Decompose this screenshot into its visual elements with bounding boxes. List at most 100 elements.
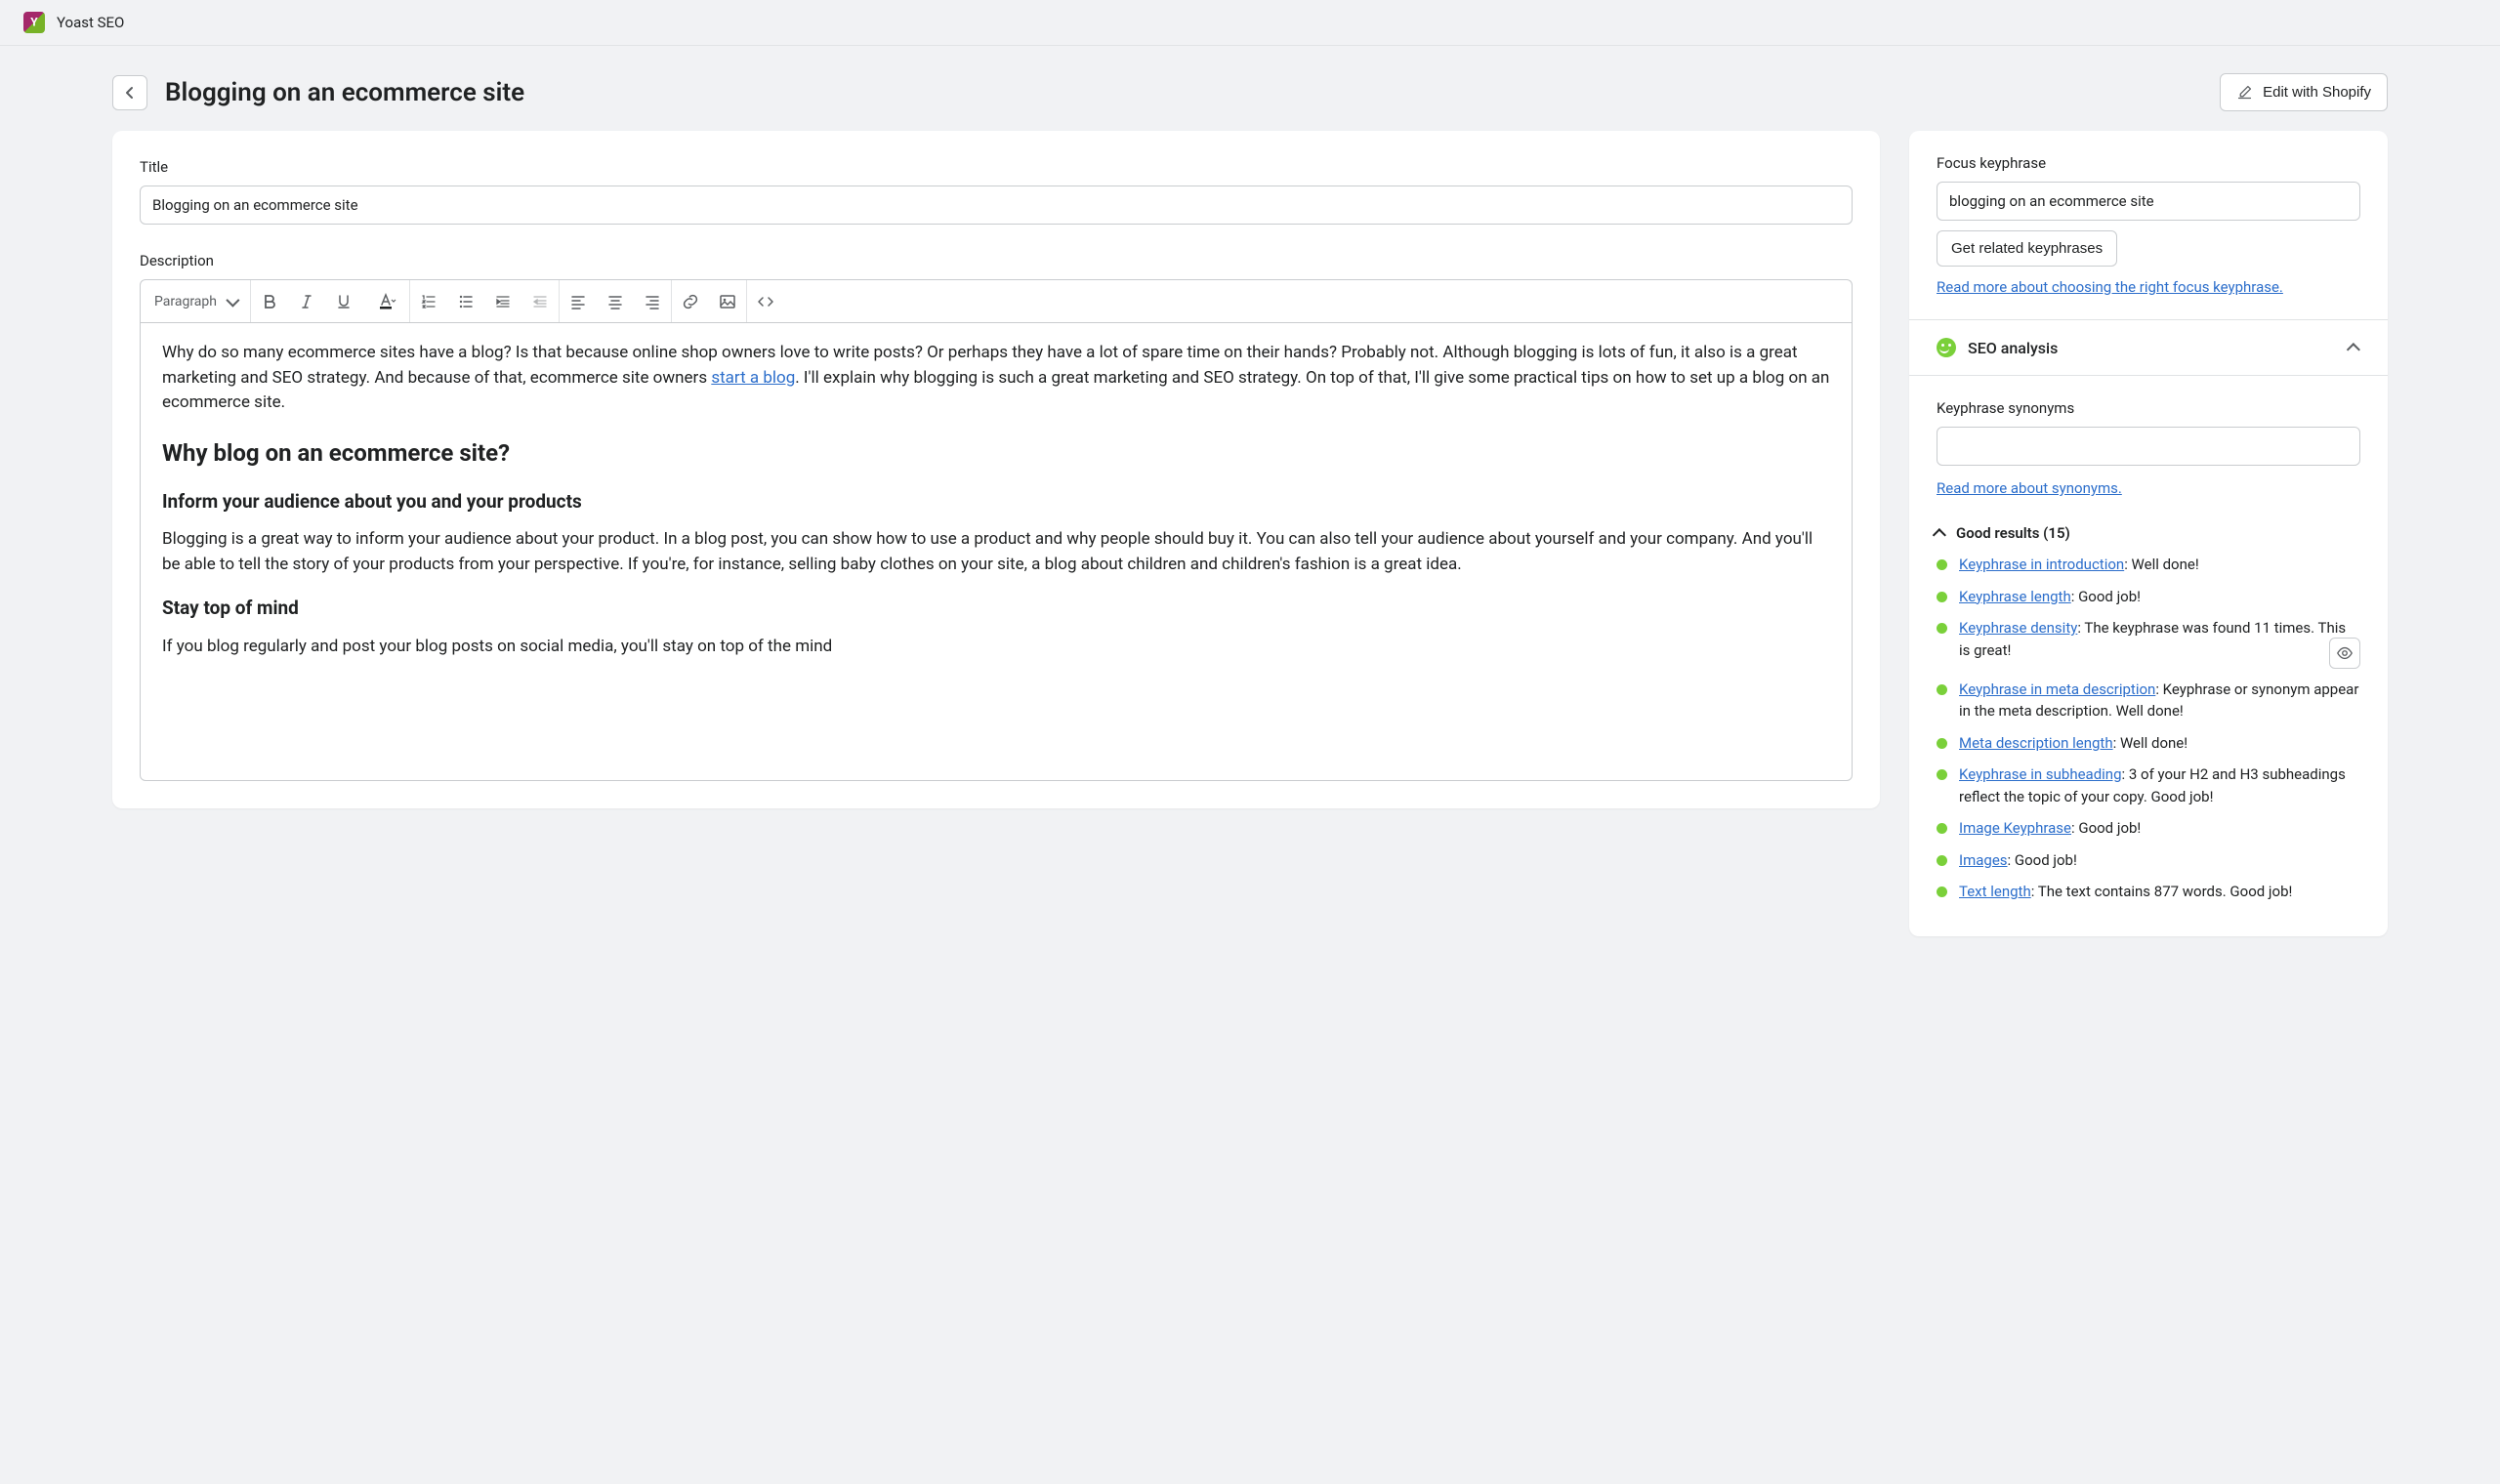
- format-select-label: Paragraph: [154, 294, 217, 309]
- editor-paragraph: Blogging is a great way to inform your a…: [162, 527, 1830, 577]
- link-button[interactable]: [672, 280, 709, 322]
- result-link[interactable]: Image Keyphrase: [1959, 819, 2071, 837]
- outdent-icon: [532, 294, 548, 309]
- content-area: Title Description Paragraph: [0, 131, 2500, 975]
- underline-button[interactable]: [325, 280, 362, 322]
- bold-button[interactable]: [251, 280, 288, 322]
- align-left-button[interactable]: [560, 280, 597, 322]
- align-center-button[interactable]: [597, 280, 634, 322]
- code-icon: [757, 293, 774, 310]
- result-text: Keyphrase in subheading: 3 of your H2 an…: [1959, 763, 2360, 807]
- page-title: Blogging on an ecommerce site: [165, 78, 524, 107]
- link-icon: [682, 293, 699, 310]
- code-button[interactable]: [747, 280, 784, 322]
- result-item: Keyphrase in subheading: 3 of your H2 an…: [1937, 763, 2360, 807]
- status-dot-good-icon: [1937, 823, 1947, 834]
- result-link[interactable]: Keyphrase density: [1959, 619, 2077, 637]
- good-results-header[interactable]: Good results (15): [1937, 524, 2360, 542]
- yoast-logo-icon: [23, 12, 45, 33]
- status-dot-good-icon: [1937, 886, 1947, 897]
- result-text: Keyphrase in introduction: Well done!: [1959, 554, 2360, 576]
- align-center-icon: [607, 294, 623, 309]
- image-button[interactable]: [709, 280, 746, 322]
- indent-icon: [495, 294, 511, 309]
- result-link[interactable]: Keyphrase length: [1959, 588, 2071, 605]
- result-item: Keyphrase length: Good job!: [1937, 586, 2360, 608]
- text-color-icon: [375, 293, 396, 310]
- title-input[interactable]: [140, 186, 1853, 225]
- focus-keyphrase-section: Focus keyphrase Get related keyphrases R…: [1909, 131, 2388, 320]
- align-right-icon: [645, 294, 660, 309]
- eye-icon: [2336, 644, 2354, 662]
- result-item: Images: Good job!: [1937, 849, 2360, 872]
- unordered-list-icon: [458, 294, 474, 309]
- outdent-button[interactable]: [521, 280, 559, 322]
- editor-paragraph: If you blog regularly and post your blog…: [162, 635, 1830, 660]
- editor-toolbar: Paragraph: [140, 279, 1853, 322]
- synonyms-input[interactable]: [1937, 427, 2360, 466]
- back-button[interactable]: [112, 75, 147, 110]
- editor-link[interactable]: start a blog: [711, 368, 795, 388]
- status-dot-good-icon: [1937, 738, 1947, 749]
- result-text: Images: Good job!: [1959, 849, 2360, 872]
- chevron-up-icon: [1933, 528, 1946, 542]
- seo-analysis-header[interactable]: SEO analysis: [1909, 320, 2388, 376]
- status-dot-good-icon: [1937, 769, 1947, 780]
- indent-button[interactable]: [484, 280, 521, 322]
- result-item: Keyphrase in introduction: Well done!: [1937, 554, 2360, 576]
- format-select[interactable]: Paragraph: [141, 294, 250, 309]
- result-text: Keyphrase length: Good job!: [1959, 586, 2360, 608]
- focus-keyphrase-input[interactable]: [1937, 182, 2360, 221]
- focus-keyphrase-help-link[interactable]: Read more about choosing the right focus…: [1937, 278, 2283, 296]
- focus-keyphrase-label: Focus keyphrase: [1937, 154, 2360, 172]
- edit-with-shopify-button[interactable]: Edit with Shopify: [2220, 73, 2388, 111]
- synonyms-help-link[interactable]: Read more about synonyms.: [1937, 479, 2122, 497]
- italic-icon: [299, 294, 314, 309]
- app-name: Yoast SEO: [57, 14, 124, 31]
- chevron-down-icon: [226, 293, 239, 307]
- highlight-toggle-button[interactable]: [2329, 638, 2360, 669]
- result-link[interactable]: Meta description length: [1959, 734, 2113, 752]
- editor-h2: Why blog on an ecommerce site?: [162, 435, 1830, 471]
- app-top-bar: Yoast SEO: [0, 0, 2500, 46]
- page-header: Blogging on an ecommerce site Edit with …: [0, 46, 2500, 131]
- title-label: Title: [140, 158, 1853, 176]
- editor-paragraph: Why do so many ecommerce sites have a bl…: [162, 341, 1830, 416]
- ordered-list-button[interactable]: [410, 280, 447, 322]
- editor-h3: Inform your audience about you and your …: [162, 488, 1830, 516]
- result-item: Image Keyphrase: Good job!: [1937, 817, 2360, 840]
- result-link[interactable]: Keyphrase in subheading: [1959, 765, 2122, 783]
- unordered-list-button[interactable]: [447, 280, 484, 322]
- result-link[interactable]: Images: [1959, 851, 2008, 869]
- status-dot-good-icon: [1937, 559, 1947, 570]
- result-link[interactable]: Keyphrase in introduction: [1959, 556, 2124, 573]
- editor-content[interactable]: Why do so many ecommerce sites have a bl…: [140, 322, 1853, 781]
- results-list: Keyphrase in introduction: Well done!Key…: [1937, 554, 2360, 903]
- result-text: Image Keyphrase: Good job!: [1959, 817, 2360, 840]
- text-color-button[interactable]: [362, 280, 409, 322]
- result-item: Keyphrase in meta description: Keyphrase…: [1937, 679, 2360, 722]
- edit-button-label: Edit with Shopify: [2263, 84, 2371, 101]
- side-card: Focus keyphrase Get related keyphrases R…: [1909, 131, 2388, 936]
- italic-button[interactable]: [288, 280, 325, 322]
- align-left-icon: [570, 294, 586, 309]
- ordered-list-icon: [421, 294, 437, 309]
- synonyms-label: Keyphrase synonyms: [1937, 399, 2360, 417]
- result-text: Text length: The text contains 877 words…: [1959, 881, 2360, 903]
- result-link[interactable]: Keyphrase in meta description: [1959, 680, 2155, 698]
- result-text: Keyphrase density: The keyphrase was fou…: [1959, 617, 2360, 669]
- editor-h3: Stay top of mind: [162, 595, 1830, 623]
- edit-icon: [2236, 84, 2253, 101]
- seo-analysis-title: SEO analysis: [1968, 339, 2058, 357]
- main-card: Title Description Paragraph: [112, 131, 1880, 808]
- get-related-keyphrases-button[interactable]: Get related keyphrases: [1937, 230, 2117, 267]
- result-item: Keyphrase density: The keyphrase was fou…: [1937, 617, 2360, 669]
- result-text: Meta description length: Well done!: [1959, 732, 2360, 755]
- status-dot-good-icon: [1937, 855, 1947, 866]
- seo-analysis-body: Keyphrase synonyms Read more about synon…: [1909, 376, 2388, 936]
- result-item: Text length: The text contains 877 words…: [1937, 881, 2360, 903]
- description-label: Description: [140, 252, 1853, 269]
- align-right-button[interactable]: [634, 280, 671, 322]
- result-item: Meta description length: Well done!: [1937, 732, 2360, 755]
- result-link[interactable]: Text length: [1959, 883, 2031, 900]
